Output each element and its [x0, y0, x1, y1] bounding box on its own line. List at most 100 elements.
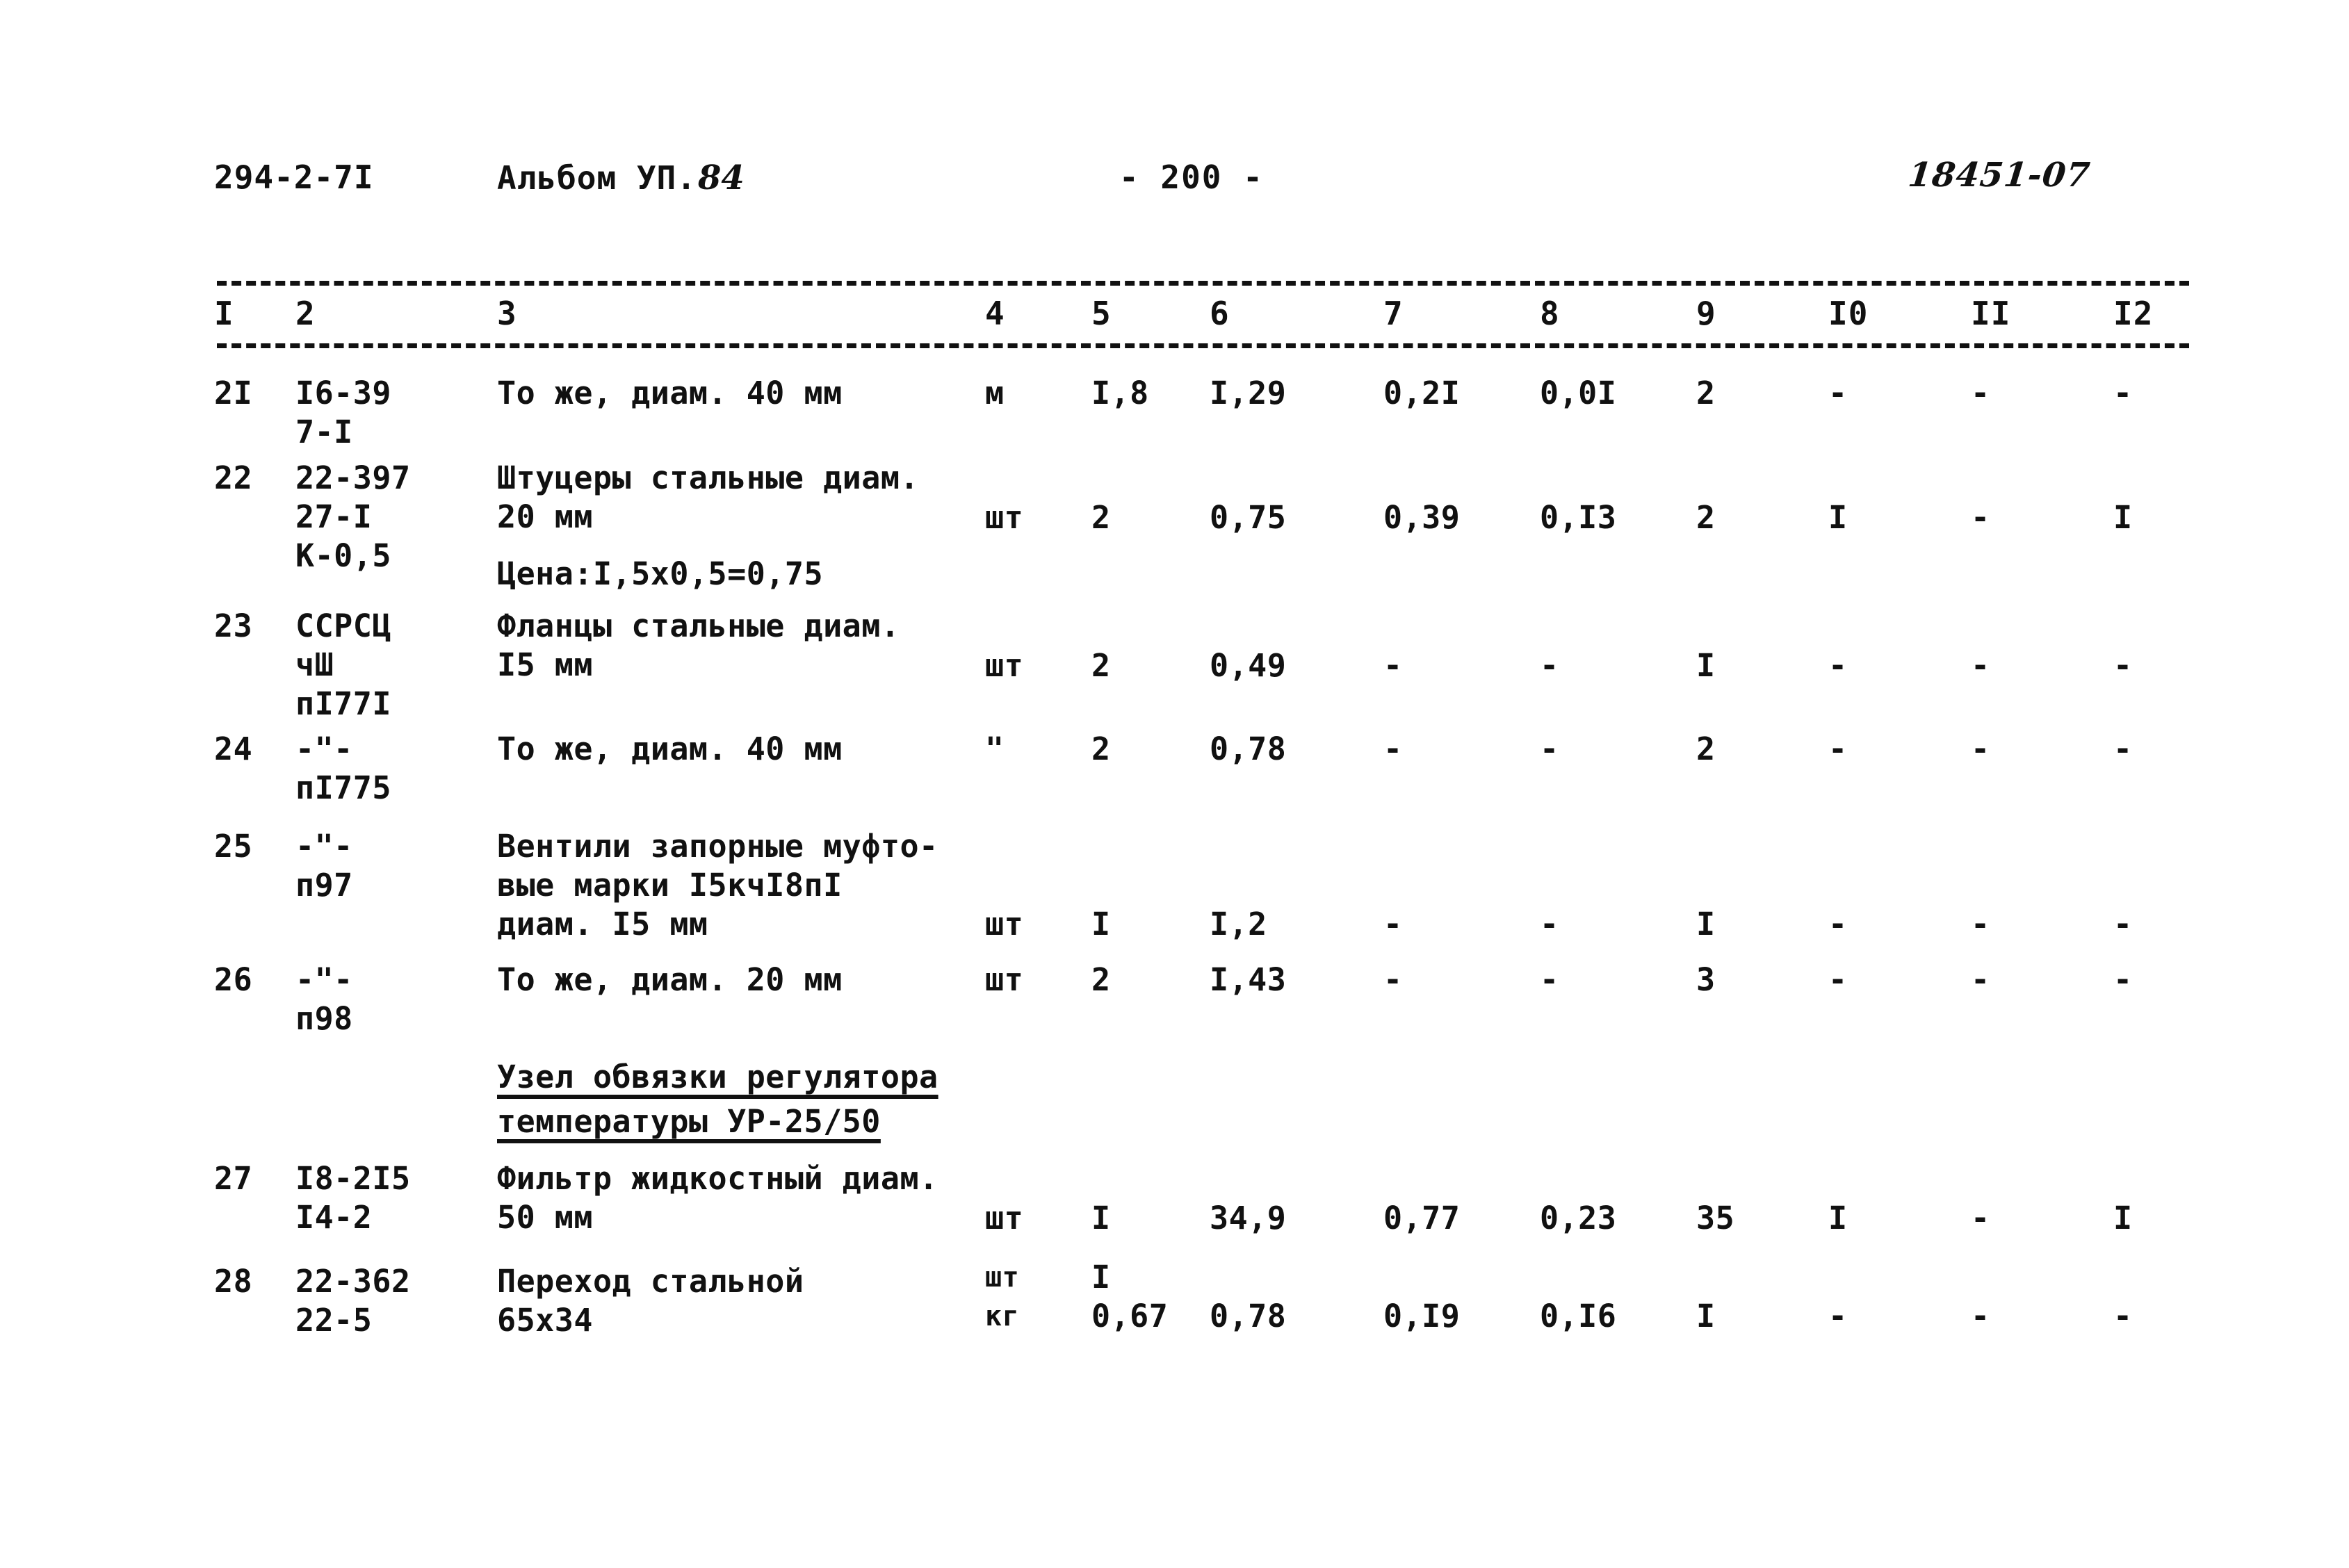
row-value-11: -: [1971, 906, 1990, 942]
row-value-6: 34,9: [1210, 1200, 1287, 1236]
row-number: 23: [214, 607, 253, 644]
row-value-11: -: [1971, 499, 1990, 536]
section-heading: Узел обвязки регулятора температуры УР-2…: [497, 1055, 938, 1144]
table-row: 24 -"- пI775 То же, диам. 40 мм " 2 0,78 …: [0, 730, 2349, 827]
table-row: 2I I6-39 7-I То же, диам. 40 мм м I,8 I,2…: [0, 361, 2349, 459]
row-name: Переход стальной 65х34: [497, 1262, 804, 1340]
row-unit: ": [985, 730, 1005, 767]
row-value-5: I: [1091, 906, 1111, 942]
row-value-9: 3: [1696, 961, 1716, 998]
table-rule-bottom: [217, 343, 2189, 348]
row-unit: шт: [985, 499, 1024, 536]
row-value-10: -: [1828, 375, 1848, 411]
row-name-line1: Штуцеры стальные диам.: [497, 459, 920, 496]
table-rule-top: [217, 281, 2189, 286]
row-name-line1: То же, диам. 40 мм: [497, 375, 843, 411]
row-value-5b: 0,67: [1091, 1298, 1169, 1334]
column-header-7: 7: [1383, 295, 1404, 332]
row-code: -"- пI775: [295, 730, 391, 808]
row-number: 26: [214, 961, 253, 998]
row-name-line1: Фильтр жидкостный диам.: [497, 1160, 938, 1197]
row-value-6: 0,49: [1210, 647, 1287, 684]
row-unit: м: [985, 375, 1005, 411]
column-header-1: I: [214, 295, 234, 332]
row-code: 22-362 22-5: [295, 1262, 411, 1340]
section-heading-line1: Узел обвязки регулятора: [497, 1059, 938, 1095]
row-code-line2: I4-2: [295, 1199, 373, 1236]
row-name-line1: Вентили запорные муфто-: [497, 828, 938, 865]
row-value-7: -: [1383, 730, 1403, 767]
row-value-6: I,29: [1210, 375, 1287, 411]
row-code-line2: 7-I: [295, 414, 353, 450]
row-value-5: I: [1091, 1200, 1111, 1236]
row-value-10: -: [1828, 961, 1848, 998]
row-value-7: -: [1383, 647, 1403, 684]
row-value-11: -: [1971, 647, 1990, 684]
row-value-8: -: [1540, 730, 1559, 767]
row-value-5: 2: [1091, 961, 1111, 998]
row-value-6: 0,78: [1210, 730, 1287, 767]
row-name-line1: То же, диам. 20 мм: [497, 961, 843, 998]
section-heading-line2: температуры УР-25/50: [497, 1103, 881, 1140]
row-code-line1: -"-: [295, 730, 353, 767]
row-value-12: -: [2113, 961, 2133, 998]
row-unit: шт кг: [985, 1258, 1019, 1336]
section-heading-row: Узел обвязки регулятора температуры УР-2…: [0, 1037, 2349, 1159]
row-value-12: I: [2113, 499, 2133, 536]
row-value-6: I,43: [1210, 961, 1287, 998]
row-value-10: I: [1828, 499, 1848, 536]
page-number: - 200 -: [1119, 158, 1264, 196]
document-header: 294-2-7I Альбом УП.84 - 200 - 18451-07: [0, 156, 2349, 207]
row-value-9: 2: [1696, 730, 1716, 767]
row-name-line1: Фланцы стальные диам.: [497, 607, 900, 644]
row-value-9: 2: [1696, 499, 1716, 536]
row-value-5a: I: [1091, 1259, 1111, 1296]
row-value-8: -: [1540, 647, 1559, 684]
row-number: 28: [214, 1263, 253, 1300]
reference-number-handwritten: 18451-07: [1906, 156, 2092, 195]
row-value-12: -: [2113, 647, 2133, 684]
row-code-line1: 22-397: [295, 459, 411, 496]
row-code-line1: 22-362: [295, 1263, 411, 1300]
row-value-5-group: I 0,67: [1091, 1258, 1168, 1336]
table-row: 23 ССРСЦ чШ пI77I Фланцы стальные диам. I5 …: [0, 607, 2349, 730]
row-number: 2I: [214, 375, 253, 411]
row-code: I8-2I5 I4-2: [295, 1159, 411, 1237]
row-number: 27: [214, 1160, 253, 1197]
row-value-11: -: [1971, 1200, 1990, 1236]
row-value-12: -: [2113, 375, 2133, 411]
row-value-9: I: [1696, 906, 1716, 942]
row-code: I6-39 7-I: [295, 374, 391, 452]
row-number: 24: [214, 730, 253, 767]
row-unit-line2: кг: [985, 1300, 1020, 1332]
row-value-8: 0,0I: [1540, 375, 1617, 411]
row-value-10: -: [1828, 647, 1848, 684]
column-header-9: 9: [1696, 295, 1716, 332]
table-row: 27 I8-2I5 I4-2 Фильтр жидкостный диам. 50 …: [0, 1159, 2349, 1262]
row-number: 22: [214, 459, 253, 496]
column-header-5: 5: [1091, 295, 1112, 332]
row-value-11: -: [1971, 730, 1990, 767]
column-header-8: 8: [1540, 295, 1560, 332]
row-value-12: -: [2113, 730, 2133, 767]
row-name: То же, диам. 40 мм: [497, 374, 843, 413]
row-value-12: -: [2113, 906, 2133, 942]
album-label: Альбом УП.: [497, 159, 697, 197]
row-unit-line1: шт: [985, 1261, 1020, 1293]
row-value-10: -: [1828, 730, 1848, 767]
row-code-line3: пI77I: [295, 685, 391, 722]
row-value-9: 2: [1696, 375, 1716, 411]
row-name: Фильтр жидкостный диам. 50 мм: [497, 1159, 938, 1237]
row-name: То же, диам. 40 мм: [497, 730, 843, 769]
table-row: 28 22-362 22-5 Переход стальной 65х34 шт кг…: [0, 1259, 2349, 1366]
row-code-line2: пI775: [295, 769, 391, 806]
row-name: То же, диам. 20 мм: [497, 961, 843, 999]
row-name-line2: 65х34: [497, 1302, 593, 1339]
row-value-7: 0,I9: [1383, 1298, 1461, 1334]
table-row: 25 -"- п97 Вентили запорные муфто-вые мар…: [0, 827, 2349, 961]
row-name-line2: I5 мм: [497, 646, 593, 683]
row-value-9: I: [1696, 1298, 1716, 1334]
row-unit: шт: [985, 647, 1024, 684]
row-unit: шт: [985, 961, 1024, 998]
row-code-line3: К-0,5: [295, 537, 391, 574]
